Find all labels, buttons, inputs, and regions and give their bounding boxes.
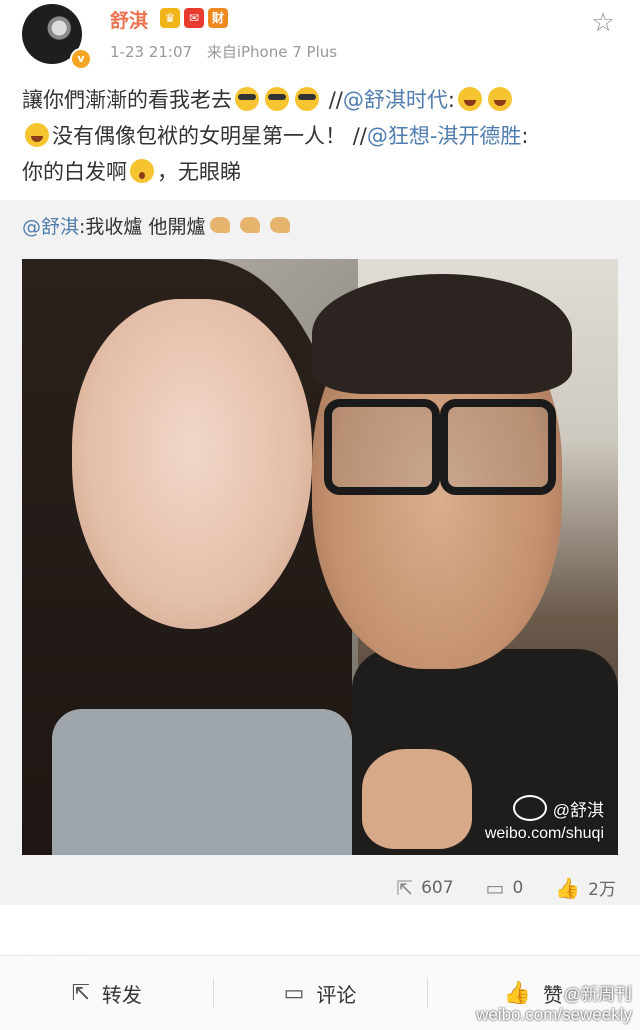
colon: : (447, 88, 455, 112)
separator: // (328, 88, 343, 112)
post-source: 来自iPhone 7 Plus (206, 43, 338, 61)
photo-man-hair (312, 274, 572, 394)
comment-button-label: 评论 (316, 982, 357, 1007)
mention-link[interactable]: @狂想-淇开德胜 (367, 124, 522, 148)
photo-watermark: @舒淇 weibo.com/shuqi (485, 795, 604, 843)
comment-icon: ▭ (283, 980, 305, 1006)
comment-count[interactable]: ▭ 0 (486, 875, 524, 900)
cool-emoji-icon (235, 87, 259, 111)
wealth-badge-icon[interactable]: 财 (208, 8, 228, 28)
mention-link[interactable]: @舒淇 (22, 216, 79, 238)
selfie-photo[interactable]: @舒淇 weibo.com/shuqi (22, 259, 618, 855)
verified-badge-icon: v (70, 48, 92, 70)
corner-watermark: @新周刊 weibo.com/seweekly (476, 980, 632, 1025)
repost-count[interactable]: ⇱ 607 (396, 875, 453, 900)
muscle-emoji-icon (268, 213, 292, 237)
post-header: v 舒淇 ♛ ✉ 财 1-23 21:07 来自iPhone 7 Plus ☆ (0, 0, 640, 70)
colon: : (521, 124, 529, 148)
corner-watermark-name: @新周刊 (563, 985, 632, 1004)
thumbs-up-icon: 👍 (555, 875, 581, 900)
repost-icon: ⇱ (71, 980, 90, 1006)
post-text-line4: ，无眼睇 (157, 160, 241, 184)
weibo-logo-icon (512, 795, 547, 821)
comment-icon: ▭ (485, 875, 505, 900)
post-text-line3: 你的白发啊 (22, 160, 127, 184)
cool-emoji-icon (295, 87, 319, 111)
separator: // (352, 124, 367, 148)
post-text-line2: 没有偶像包袱的女明星第一人！ (52, 124, 346, 148)
photo-hand (362, 749, 472, 849)
repost-count-value: 607 (421, 877, 454, 898)
mention-link[interactable]: @舒淇时代 (343, 88, 448, 112)
comment-button[interactable]: ▭ 评论 (213, 956, 426, 1030)
watermark-url: weibo.com/shuqi (484, 825, 604, 842)
reposted-weibo[interactable]: @舒淇:我收爐 他開爐 @舒淇 weibo.com/shuqi ⇱ 607 ▭ … (0, 200, 640, 905)
laughing-emoji-icon (487, 87, 512, 111)
post-time: 1-23 21:07 (110, 43, 193, 61)
muscle-emoji-icon (208, 213, 232, 237)
repost-button[interactable]: ⇱ 转发 (0, 956, 213, 1030)
comment-count-value: 0 (512, 877, 524, 898)
crown-badge-icon[interactable]: ♛ (160, 8, 180, 28)
post-text-line1: 讓你們漸漸的看我老去 (22, 88, 232, 112)
laughing-emoji-icon (25, 123, 49, 147)
like-count[interactable]: 👍 2万 (555, 875, 616, 901)
like-count-value: 2万 (588, 880, 616, 900)
repost-stats: ⇱ 607 ▭ 0 👍 2万 (396, 875, 616, 901)
repost-text: @舒淇:我收爐 他開爐 (22, 212, 295, 239)
photo-glasses (324, 399, 440, 495)
post-text: 讓你們漸漸的看我老去 //@舒淇时代: 没有偶像包袱的女明星第一人！ //@狂想… (22, 82, 622, 190)
photo-woman-face (72, 299, 312, 629)
watermark-name-row: @舒淇 (485, 795, 604, 821)
user-badges: ♛ ✉ 财 (160, 8, 228, 28)
repost-button-label: 转发 (101, 982, 142, 1007)
cool-emoji-icon (265, 87, 289, 111)
post-meta: 1-23 21:07 来自iPhone 7 Plus (110, 41, 347, 62)
photo-woman-sweater (52, 709, 352, 855)
corner-watermark-url: weibo.com/seweekly (476, 1005, 632, 1024)
surprised-emoji-icon (130, 159, 154, 183)
username[interactable]: 舒淇 (110, 6, 148, 33)
laughing-emoji-icon (457, 87, 482, 111)
photo-glasses (440, 399, 556, 495)
repost-icon: ⇱ (396, 875, 414, 900)
repost-body: :我收爐 他開爐 (79, 216, 206, 238)
star-icon[interactable]: ☆ (588, 8, 618, 38)
red-packet-badge-icon[interactable]: ✉ (184, 8, 204, 28)
watermark-name: @舒淇 (552, 801, 604, 820)
muscle-emoji-icon (238, 213, 262, 237)
